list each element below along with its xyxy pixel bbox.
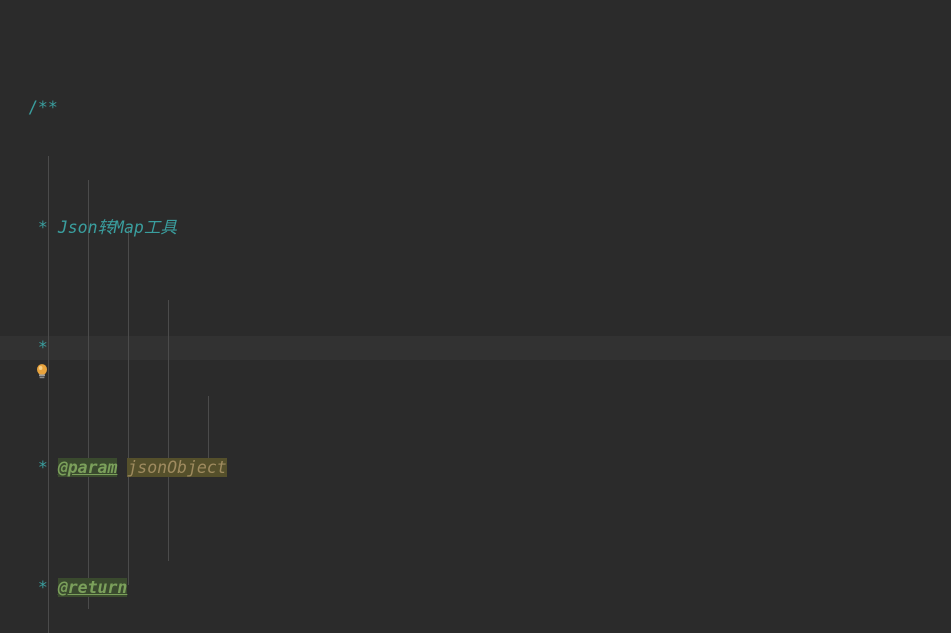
code-line[interactable]: *: [0, 336, 951, 360]
javadoc-param-name: jsonObject: [127, 458, 227, 477]
javadoc-open: /**: [28, 98, 58, 117]
code-line[interactable]: * Json转Map工具: [0, 216, 951, 240]
javadoc-summary: Json转Map工具: [57, 218, 177, 237]
code-line[interactable]: * @param jsonObject: [0, 456, 951, 480]
javadoc-space: [117, 458, 127, 477]
code-line[interactable]: /**: [0, 96, 951, 120]
javadoc-asterisk: *: [28, 458, 58, 477]
javadoc-asterisk: *: [28, 578, 58, 597]
code-line[interactable]: * @return: [0, 576, 951, 600]
code-content[interactable]: /** * Json转Map工具 * * @param jsonObject *…: [0, 0, 951, 633]
javadoc-tag-param: @param: [57, 458, 118, 477]
javadoc-tag-return: @return: [57, 578, 128, 597]
code-editor[interactable]: /** * Json转Map工具 * * @param jsonObject *…: [0, 0, 951, 633]
lightbulb-icon[interactable]: [0, 338, 54, 413]
javadoc-asterisk: *: [28, 218, 58, 237]
